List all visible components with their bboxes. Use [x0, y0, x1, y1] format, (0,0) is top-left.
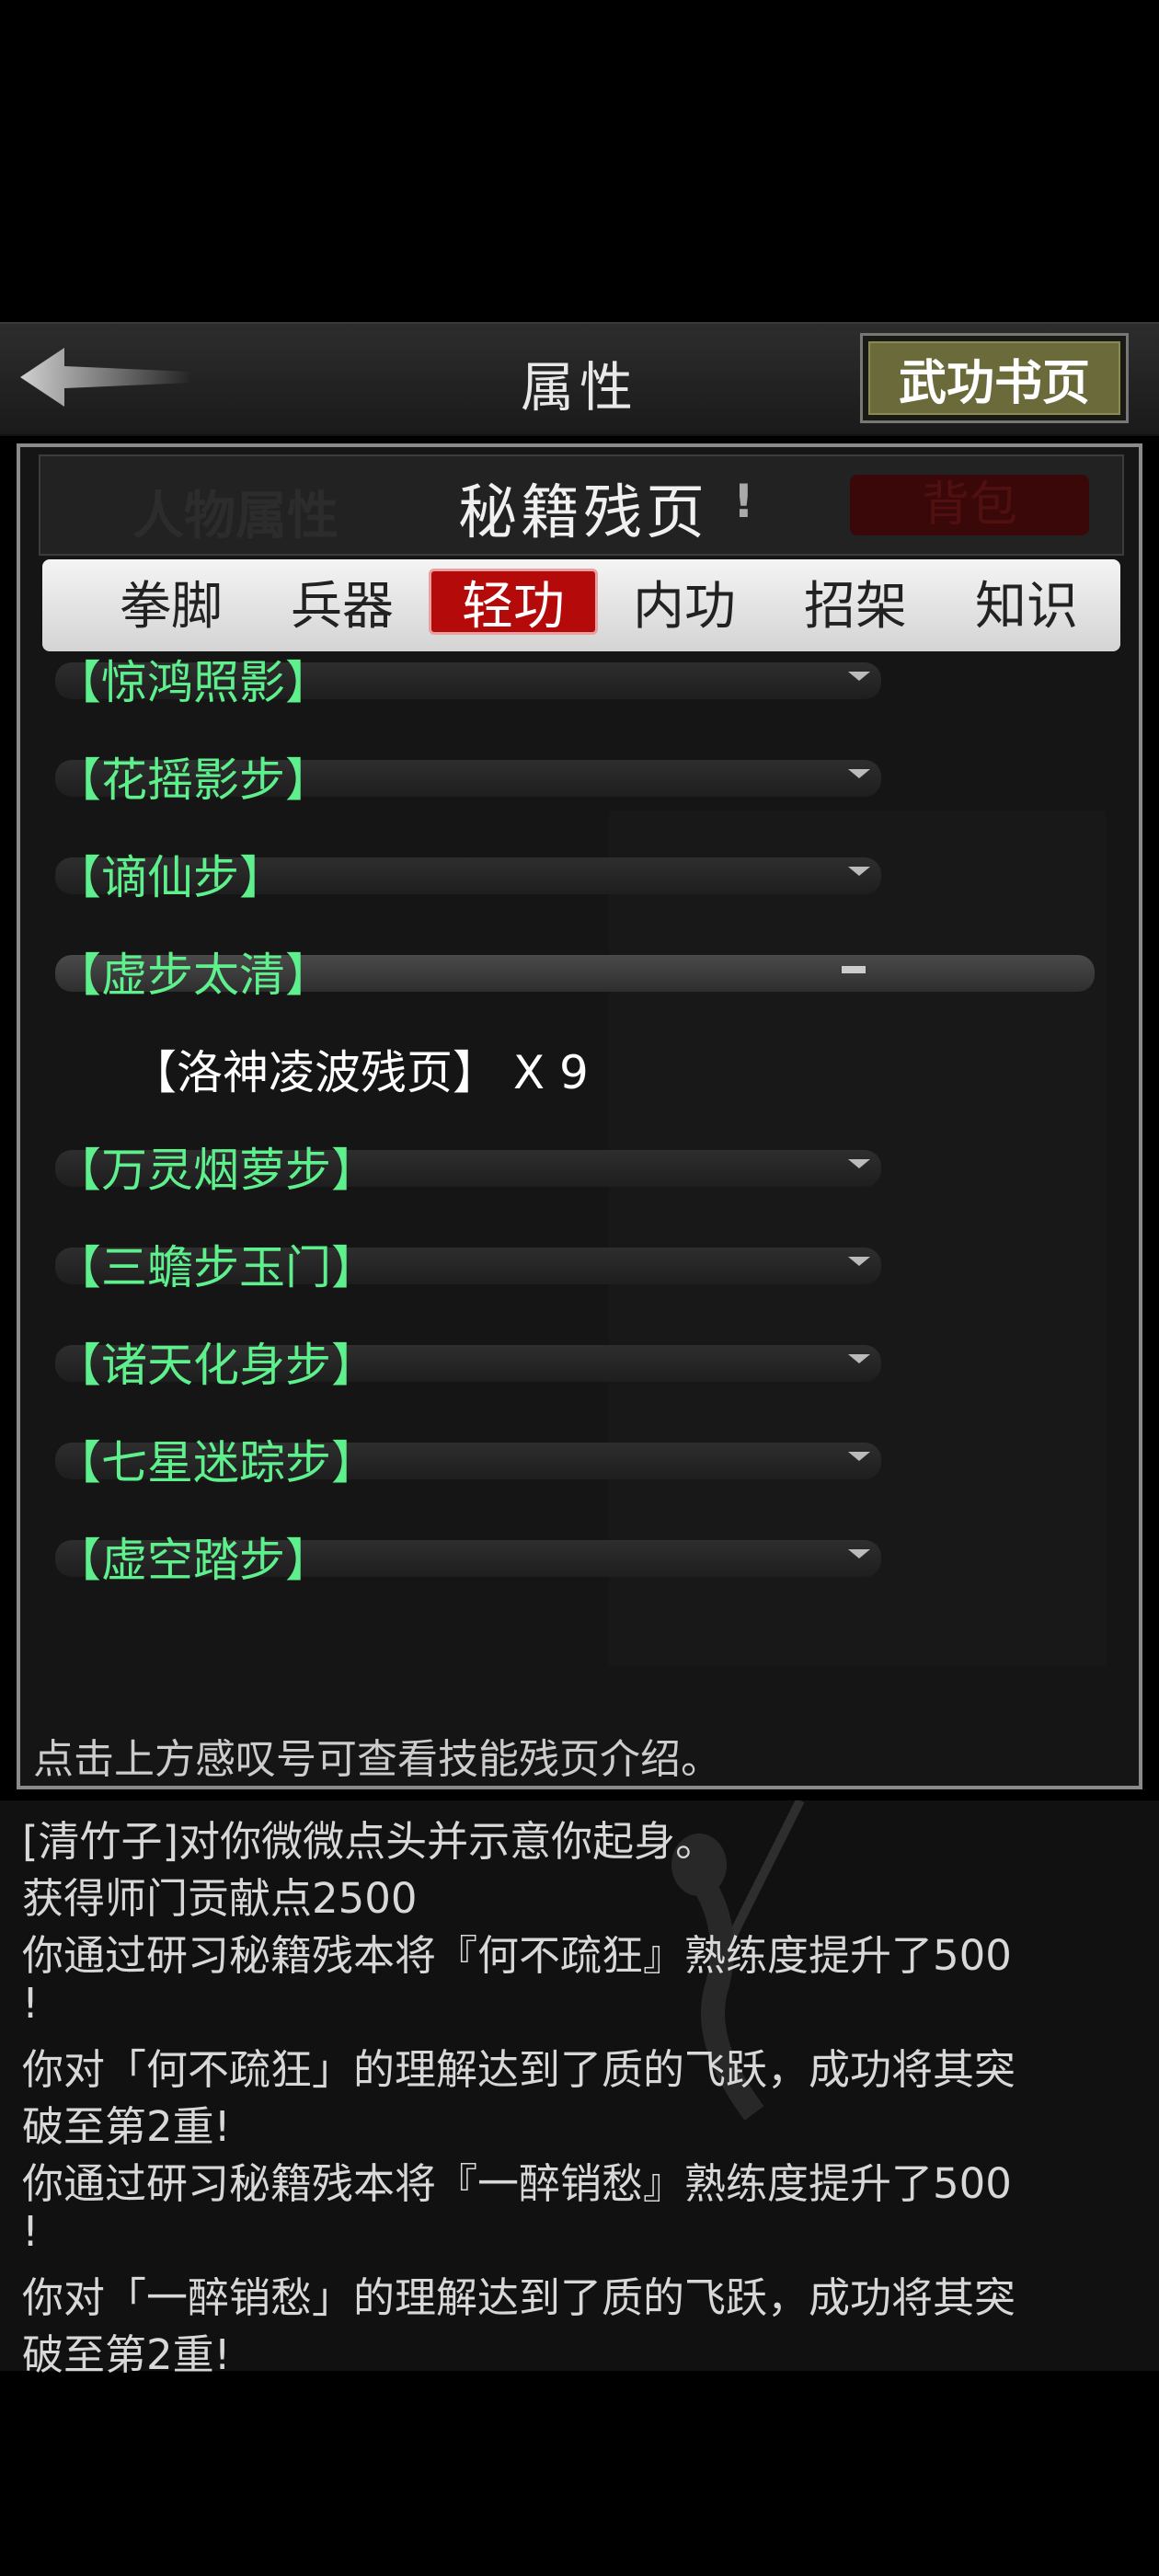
collapse-minus-icon[interactable] [842, 966, 866, 973]
hint-text: 点击上方感叹号可查看技能残页介绍。 [33, 1736, 721, 1783]
category-tab-bar: 拳脚 兵器 轻功 内功 招架 知识 [42, 559, 1120, 651]
log-line: 破至第2重! [22, 2102, 231, 2151]
chevron-down-icon[interactable] [848, 1452, 870, 1461]
tab-inner[interactable]: 内功 [600, 569, 769, 637]
log-line: 你通过研习秘籍残本将『一醉销愁』熟练度提升了500 [22, 2159, 1012, 2208]
skill-name: 【万灵烟萝步】 [55, 1144, 377, 1197]
log-line: 破至第2重! [22, 2330, 231, 2379]
skill-name: 【谪仙步】 [55, 851, 285, 904]
chevron-down-icon[interactable] [848, 1549, 870, 1558]
skill-name: 【虚空踏步】 [55, 1534, 331, 1587]
chevron-down-icon[interactable] [848, 1354, 870, 1363]
log-line: ! [22, 2207, 40, 2256]
fragment-entry[interactable]: 【洛神凌波残页】 X 9 [131, 1036, 589, 1102]
skill-name: 【虚步太清】 [55, 949, 331, 1002]
skill-name: 【七星迷踪步】 [55, 1436, 377, 1489]
chevron-down-icon[interactable] [848, 867, 870, 876]
log-line: [清竹子]对你微微点头并示意你起身。 [22, 1817, 717, 1866]
chevron-down-icon[interactable] [848, 672, 870, 681]
chevron-down-icon[interactable] [848, 1257, 870, 1266]
skill-name: 【惊鸿照影】 [55, 656, 331, 709]
top-bar: 属性 武功书页 [0, 322, 1159, 436]
chevron-down-icon[interactable] [848, 769, 870, 778]
log-line: ! [22, 1979, 40, 2028]
martial-pages-label: 武功书页 [868, 341, 1120, 415]
skill-name: 【三蟾步玉门】 [55, 1241, 377, 1294]
panel-title: 秘籍残页 [458, 479, 708, 547]
fragments-panel: 人物属性 背包 秘籍残页 ! 拳脚 兵器 轻功 内功 招架 知识 【惊鸿照影】 … [17, 443, 1142, 1789]
message-log: [清竹子]对你微微点头并示意你起身。 获得师门贡献点2500 你通过研习秘籍残本… [0, 1800, 1159, 2379]
log-line: 你对「何不疏狂」的理解达到了质的飞跃，成功将其突 [22, 2045, 1016, 2094]
log-line: 获得师门贡献点2500 [22, 1874, 418, 1923]
tab-lightness[interactable]: 轻功 [429, 569, 598, 637]
tab-fist[interactable]: 拳脚 [86, 569, 256, 637]
log-line: 你通过研习秘籍残本将『何不疏狂』熟练度提升了500 [22, 1931, 1012, 1980]
skill-name: 【诸天化身步】 [55, 1339, 377, 1392]
background-inventory-grid [609, 811, 1106, 1666]
chevron-down-icon[interactable] [848, 1159, 870, 1168]
skill-name: 【花摇影步】 [55, 753, 331, 807]
log-line: 你对「一醉销愁」的理解达到了质的飞跃，成功将其突 [22, 2273, 1016, 2322]
tab-weapon[interactable]: 兵器 [258, 569, 427, 637]
martial-pages-button[interactable]: 武功书页 [860, 333, 1129, 423]
tab-knowledge[interactable]: 知识 [942, 569, 1111, 637]
exclamation-info-icon[interactable]: ! [733, 475, 754, 528]
tab-parry[interactable]: 招架 [771, 569, 940, 637]
